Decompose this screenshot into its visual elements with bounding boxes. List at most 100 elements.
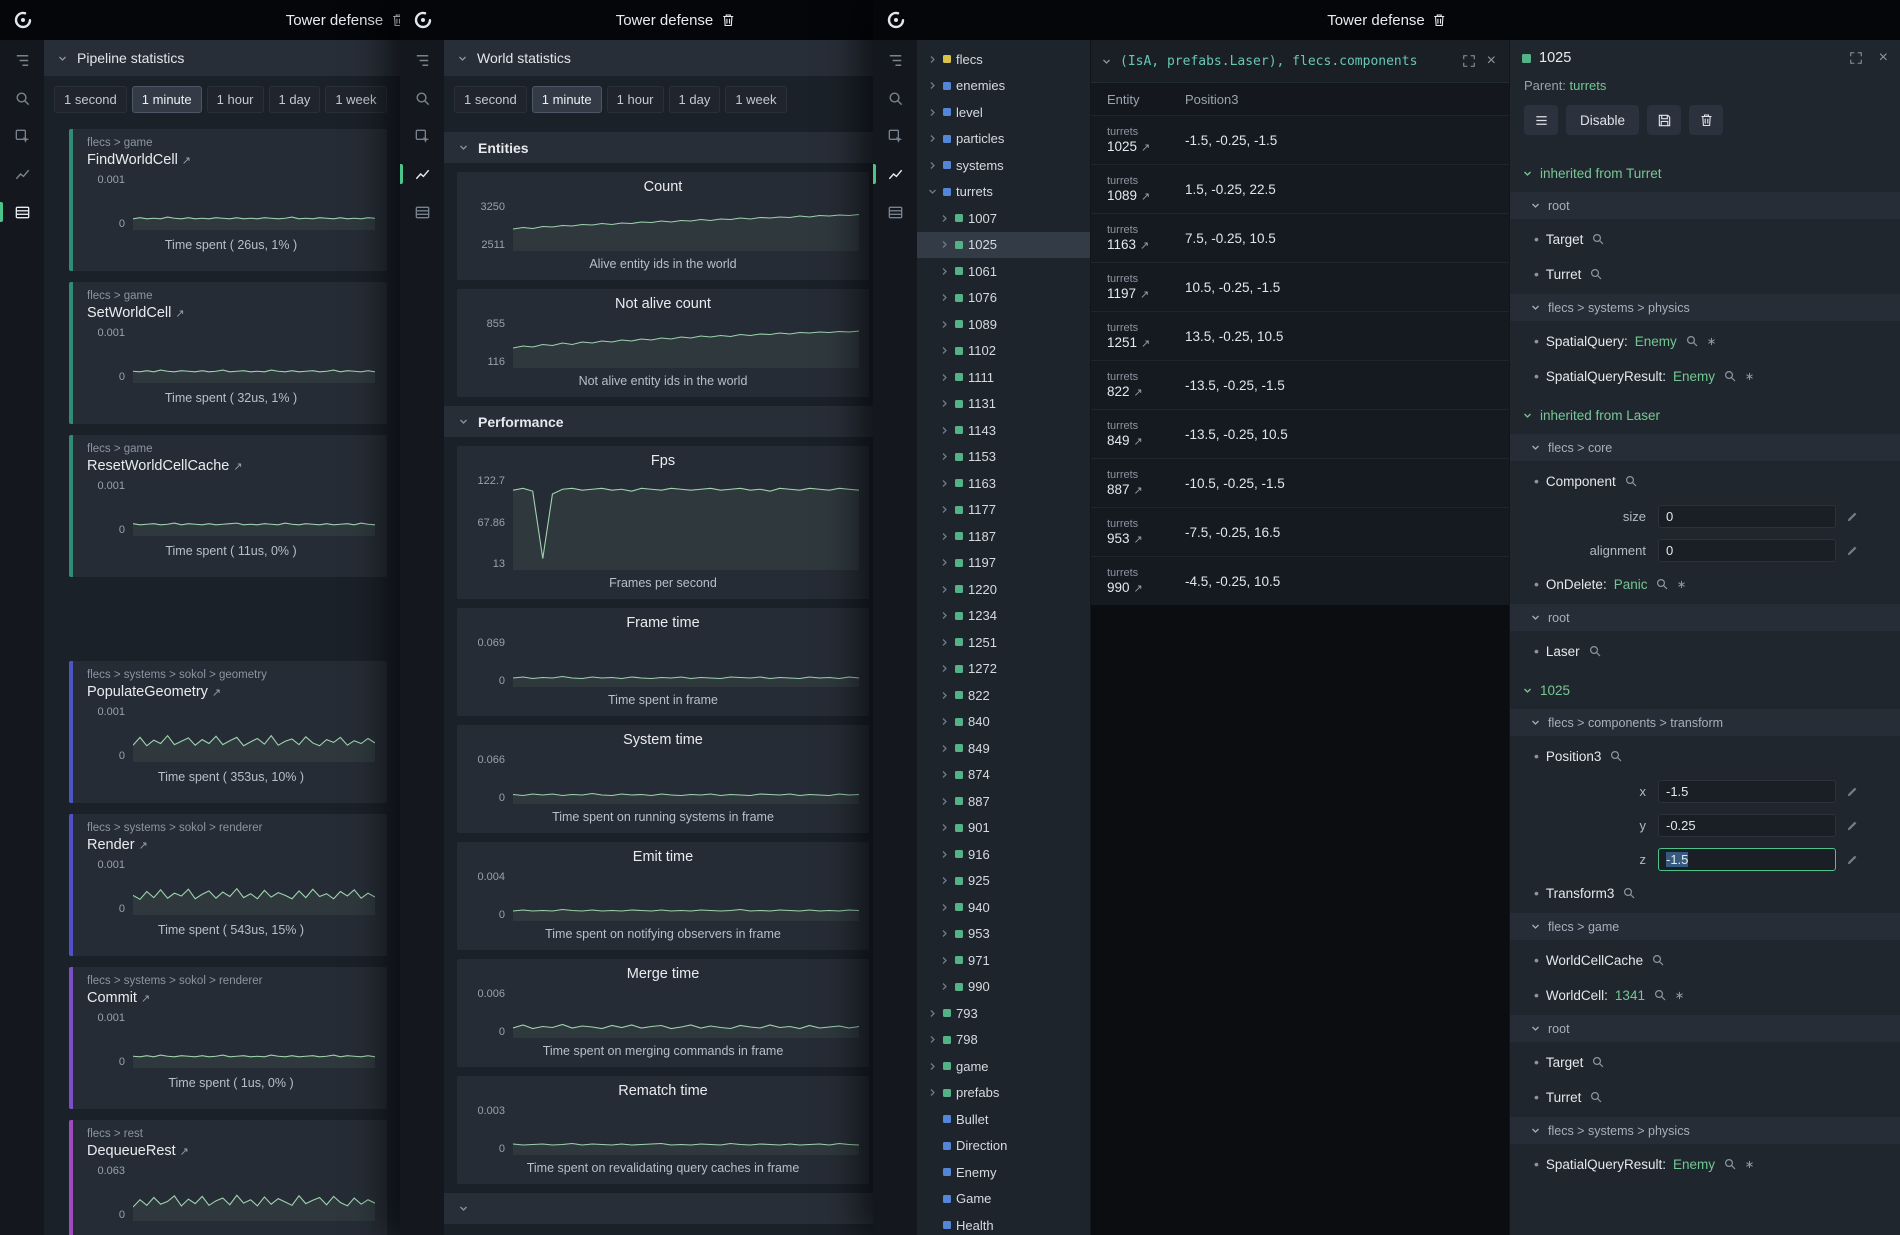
chevron-right-icon[interactable]: [939, 584, 950, 595]
entity-id-link[interactable]: 849↗: [1107, 433, 1185, 448]
tree-item-1272[interactable]: 1272: [917, 656, 1090, 683]
tree-item-1234[interactable]: 1234: [917, 603, 1090, 630]
field-input-x[interactable]: -1.5: [1658, 780, 1836, 803]
search-icon[interactable]: [1656, 578, 1668, 590]
chevron-right-icon[interactable]: [939, 743, 950, 754]
star-icon[interactable]: [1675, 991, 1684, 1000]
tree-item-1251[interactable]: 1251: [917, 629, 1090, 656]
chevron-down-icon[interactable]: [927, 186, 938, 197]
pencil-icon[interactable]: [1846, 786, 1858, 798]
tree-item-Health[interactable]: Health: [917, 1212, 1090, 1235]
tree-item-Direction[interactable]: Direction: [917, 1133, 1090, 1160]
tree-icon[interactable]: [0, 42, 44, 78]
chevron-right-icon[interactable]: [939, 875, 950, 886]
chart-icon[interactable]: [873, 156, 917, 192]
time-button-1-week[interactable]: 1 week: [325, 86, 386, 113]
chevron-right-icon[interactable]: [939, 372, 950, 383]
search-icon[interactable]: [1590, 268, 1602, 280]
stat-name-link[interactable]: Commit↗: [87, 990, 375, 1006]
chevron-right-icon[interactable]: [927, 1061, 938, 1072]
tree-item-level[interactable]: level: [917, 99, 1090, 126]
browse-button[interactable]: [1524, 105, 1558, 135]
table-icon[interactable]: [400, 194, 444, 230]
query-result-row[interactable]: turrets1163↗7.5, -0.25, 10.5: [1091, 213, 1509, 262]
tree-item-901[interactable]: 901: [917, 815, 1090, 842]
inspector-section-header[interactable]: 1025: [1510, 676, 1900, 704]
entity-id-link[interactable]: 1197↗: [1107, 286, 1185, 301]
query-result-row[interactable]: turrets1025↗-1.5, -0.25, -1.5: [1091, 115, 1509, 164]
chevron-right-icon[interactable]: [939, 345, 950, 356]
tree-item-1177[interactable]: 1177: [917, 497, 1090, 524]
star-icon[interactable]: [1677, 580, 1686, 589]
tree-item-1076[interactable]: 1076: [917, 285, 1090, 312]
search-icon[interactable]: [400, 80, 444, 116]
tree-item-prefabs[interactable]: prefabs: [917, 1080, 1090, 1107]
tree-item-game[interactable]: game: [917, 1053, 1090, 1080]
chevron-down-icon[interactable]: [1101, 56, 1112, 67]
pencil-icon[interactable]: [1846, 854, 1858, 866]
chevron-right-icon[interactable]: [939, 425, 950, 436]
tree-item-Bullet[interactable]: Bullet: [917, 1106, 1090, 1133]
entity-id-link[interactable]: 822↗: [1107, 384, 1185, 399]
chevron-right-icon[interactable]: [939, 796, 950, 807]
search-icon[interactable]: [1592, 233, 1604, 245]
parent-link[interactable]: turrets: [1570, 78, 1607, 93]
query-result-row[interactable]: turrets822↗-13.5, -0.25, -1.5: [1091, 360, 1509, 409]
field-input-size[interactable]: 0: [1658, 505, 1836, 528]
tree-item-1163[interactable]: 1163: [917, 470, 1090, 497]
close-icon[interactable]: ×: [1879, 50, 1888, 66]
tree-item-1131[interactable]: 1131: [917, 391, 1090, 418]
chevron-right-icon[interactable]: [939, 319, 950, 330]
stat-name-link[interactable]: DequeueRest↗: [87, 1143, 375, 1159]
field-input-alignment[interactable]: 0: [1658, 539, 1836, 562]
stat-name-link[interactable]: PopulateGeometry↗: [87, 684, 375, 700]
tree-item-840[interactable]: 840: [917, 709, 1090, 736]
tree-item-Game[interactable]: Game: [917, 1186, 1090, 1213]
disable-button[interactable]: Disable: [1566, 105, 1639, 135]
field-input-z[interactable]: -1.5: [1658, 848, 1836, 871]
table-icon[interactable]: [0, 194, 44, 230]
pencil-icon[interactable]: [1846, 545, 1858, 557]
tree-item-1007[interactable]: 1007: [917, 205, 1090, 232]
inspector-icon[interactable]: [0, 118, 44, 154]
chevron-right-icon[interactable]: [939, 213, 950, 224]
chevron-right-icon[interactable]: [939, 637, 950, 648]
search-icon[interactable]: [1724, 370, 1736, 382]
tree-item-887[interactable]: 887: [917, 788, 1090, 815]
chevron-right-icon[interactable]: [939, 478, 950, 489]
chevron-right-icon[interactable]: [927, 107, 938, 118]
inspector-section-header[interactable]: inherited from Laser: [1510, 401, 1900, 429]
chevron-right-icon[interactable]: [939, 955, 950, 966]
save-button[interactable]: [1647, 105, 1681, 135]
time-button-1-second[interactable]: 1 second: [454, 86, 527, 113]
query-result-row[interactable]: turrets1251↗13.5, -0.25, 10.5: [1091, 311, 1509, 360]
inspector-icon[interactable]: [873, 118, 917, 154]
chevron-right-icon[interactable]: [939, 822, 950, 833]
tree-item-1220[interactable]: 1220: [917, 576, 1090, 603]
chevron-right-icon[interactable]: [939, 849, 950, 860]
chevron-right-icon[interactable]: [927, 133, 938, 144]
module-path-header[interactable]: root: [1510, 192, 1900, 219]
chevron-right-icon[interactable]: [939, 451, 950, 462]
pencil-icon[interactable]: [1846, 820, 1858, 832]
tree-icon[interactable]: [873, 42, 917, 78]
expand-icon[interactable]: [1462, 54, 1476, 68]
flecs-logo-icon[interactable]: [412, 9, 434, 31]
tree-item-flecs[interactable]: flecs: [917, 46, 1090, 73]
entity-id-link[interactable]: 1163↗: [1107, 237, 1185, 252]
entity-id-link[interactable]: 1089↗: [1107, 188, 1185, 203]
chevron-right-icon[interactable]: [939, 557, 950, 568]
chevron-right-icon[interactable]: [939, 239, 950, 250]
entity-id-link[interactable]: 953↗: [1107, 531, 1185, 546]
tree-item-874[interactable]: 874: [917, 762, 1090, 789]
star-icon[interactable]: [1707, 337, 1716, 346]
search-icon[interactable]: [1590, 1091, 1602, 1103]
time-button-1-minute[interactable]: 1 minute: [132, 86, 202, 113]
search-icon[interactable]: [1652, 954, 1664, 966]
chevron-right-icon[interactable]: [927, 80, 938, 91]
tree-item-1102[interactable]: 1102: [917, 338, 1090, 365]
query-input[interactable]: (IsA, prefabs.Laser), flecs.components: [1120, 54, 1454, 69]
query-result-row[interactable]: turrets953↗-7.5, -0.25, 16.5: [1091, 507, 1509, 556]
chevron-right-icon[interactable]: [927, 1034, 938, 1045]
tree-item-990[interactable]: 990: [917, 974, 1090, 1001]
